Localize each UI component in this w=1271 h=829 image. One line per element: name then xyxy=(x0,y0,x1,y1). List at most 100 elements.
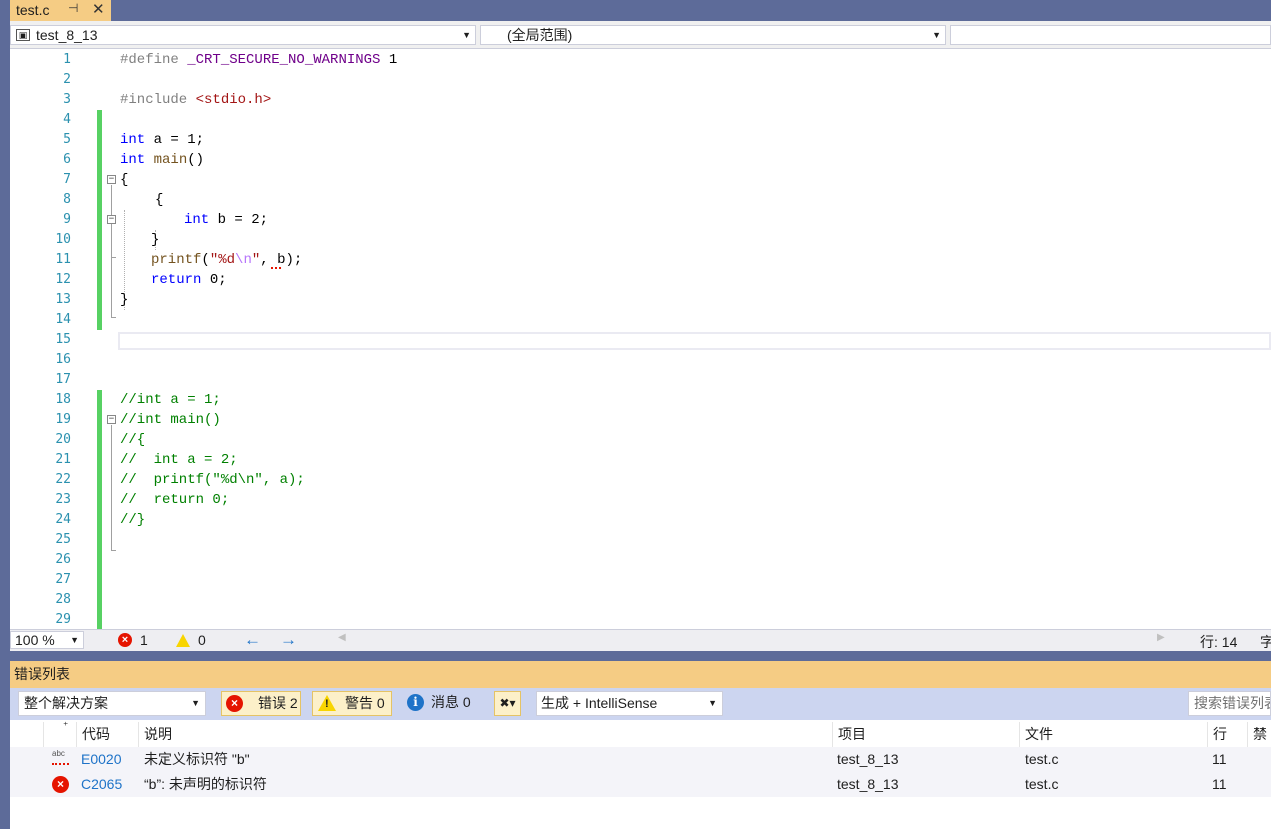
code-line-6: int main() xyxy=(120,152,205,168)
solution-scope-label: 整个解决方案 xyxy=(24,695,108,711)
line-number: 1 xyxy=(63,52,71,67)
line-number: 21 xyxy=(55,452,71,467)
warnings-filter-button[interactable]: ! 警告 0 xyxy=(312,691,392,716)
line-number: 4 xyxy=(63,112,71,127)
code-line-1: #define _CRT_SECURE_NO_WARNINGS 1 xyxy=(120,52,398,68)
error-code-link[interactable]: C2065 xyxy=(81,772,122,797)
pin-icon[interactable]: ⊣ xyxy=(68,1,78,15)
change-indicator-bar xyxy=(97,110,102,330)
info-icon: i xyxy=(407,694,424,711)
build-intellisense-dropdown[interactable]: 生成 + IntelliSense ▼ xyxy=(536,691,723,716)
tab-filename: test.c xyxy=(16,2,50,18)
outline-guide-end xyxy=(111,317,116,318)
scroll-left-icon[interactable]: ◀ xyxy=(338,632,346,643)
navigate-forward-icon[interactable]: → xyxy=(280,630,297,650)
collapse-toggle-icon[interactable]: − xyxy=(107,215,116,224)
project-icon: ▣ xyxy=(16,29,30,41)
collapse-toggle-icon[interactable]: − xyxy=(107,175,116,184)
scope-dropdown-label: (全局范围) xyxy=(507,27,573,43)
line-number: 3 xyxy=(63,92,71,107)
filter-icon[interactable]: ✖▾ xyxy=(494,691,521,716)
code-line-3: #include <stdio.h> xyxy=(120,92,272,108)
line-number: 14 xyxy=(55,312,71,327)
column-filter-icon[interactable]: ⁺ xyxy=(63,714,68,739)
error-description: “b”: 未声明的标识符 xyxy=(144,776,267,792)
current-line-highlight xyxy=(118,332,1271,350)
warning-icon[interactable] xyxy=(176,634,190,647)
close-icon[interactable]: ✕ xyxy=(92,0,105,18)
build-filter-label: 生成 + IntelliSense xyxy=(541,695,658,711)
line-number: 10 xyxy=(55,232,71,247)
navigate-back-icon[interactable]: ← xyxy=(244,630,261,650)
table-row[interactable]: × C2065 “b”: 未声明的标识符 test_8_13 test.c 11 xyxy=(10,772,1271,797)
outline-guide-end xyxy=(111,550,116,551)
table-header: ⁺ 代码 说明 项目 文件 行 禁 xyxy=(10,721,1271,748)
error-icon[interactable]: × xyxy=(118,633,132,647)
error-count[interactable]: 1 xyxy=(140,632,148,648)
line-number: 7 xyxy=(63,172,71,187)
line-number: 20 xyxy=(55,432,71,447)
errors-filter-button[interactable]: × 错误 2 xyxy=(221,691,301,716)
table-row[interactable]: abc E0020 未定义标识符 "b" test_8_13 test.c 11 xyxy=(10,747,1271,772)
messages-filter-button[interactable]: i 消息 0 xyxy=(403,691,483,716)
code-line-19: //int main() xyxy=(120,412,221,428)
document-tab-strip: test.c ⊣ ✕ xyxy=(0,0,1271,21)
error-list-panel: 错误列表 整个解决方案 ▼ × 错误 2 ! 警告 0 i 消息 0 ✖▾ 生成… xyxy=(10,661,1271,829)
change-indicator-bar xyxy=(97,390,102,629)
error-line: 11 xyxy=(1212,751,1227,767)
code-line-9: int b = 2; xyxy=(184,212,269,228)
warning-count[interactable]: 0 xyxy=(198,632,206,648)
error-list-title: 错误列表 xyxy=(10,661,1271,688)
outline-guide xyxy=(111,185,112,317)
error-icon: × xyxy=(52,776,69,793)
line-number: 15 xyxy=(55,332,71,347)
column-header-project[interactable]: 项目 xyxy=(832,722,1019,747)
code-line-24: //} xyxy=(120,512,146,528)
code-line-7: { xyxy=(120,172,129,188)
scroll-right-icon[interactable]: ▶ xyxy=(1157,632,1165,643)
editor-status-bar: 100 % ▼ × 1 0 ← → ◀ ▶ 行: 14 字 xyxy=(10,629,1271,651)
solution-scope-dropdown[interactable]: 整个解决方案 ▼ xyxy=(18,691,206,716)
outline-guide-end xyxy=(111,257,116,258)
chevron-down-icon: ▼ xyxy=(70,635,79,645)
messages-filter-label: 消息 0 xyxy=(431,694,471,710)
member-dropdown[interactable] xyxy=(950,25,1271,45)
code-line-21: // int a = 2; xyxy=(120,452,238,468)
chevron-down-icon: ▼ xyxy=(708,698,717,708)
line-number: 13 xyxy=(55,292,71,307)
collapse-toggle-icon[interactable]: − xyxy=(107,415,116,424)
line-number: 24 xyxy=(55,512,71,527)
tab-test-c[interactable]: test.c ⊣ ✕ xyxy=(10,0,111,21)
scope-dropdown[interactable]: (全局范围) ▼ xyxy=(480,25,946,45)
column-header-suppression[interactable]: 禁 xyxy=(1247,722,1271,747)
project-dropdown[interactable]: ▣ test_8_13 ▼ xyxy=(10,25,476,45)
code-line-5: int a = 1; xyxy=(120,132,205,148)
search-errors-input[interactable]: 搜索错误列表 xyxy=(1188,691,1271,716)
zoom-dropdown[interactable]: 100 % ▼ xyxy=(10,631,84,649)
error-code-link[interactable]: E0020 xyxy=(81,747,121,772)
error-file: test.c xyxy=(1025,776,1059,792)
project-dropdown-label: test_8_13 xyxy=(36,27,98,43)
column-header-line[interactable]: 行 xyxy=(1207,722,1247,747)
column-header-description[interactable]: 说明 xyxy=(138,722,832,747)
sort-icon-column[interactable]: ⁺ xyxy=(43,721,77,747)
code-line-8: { xyxy=(155,192,164,208)
outline-guide xyxy=(111,425,112,550)
code-line-10: } xyxy=(151,232,160,248)
column-header-file[interactable]: 文件 xyxy=(1019,722,1207,747)
error-description: 未定义标识符 "b" xyxy=(144,751,250,767)
char-indicator: 字 xyxy=(1260,634,1271,650)
row-indicator: 行: 14 xyxy=(1200,634,1238,650)
error-squiggle[interactable] xyxy=(271,264,281,269)
line-number: 27 xyxy=(55,572,71,587)
code-line-13: } xyxy=(120,292,129,308)
column-header-code[interactable]: 代码 xyxy=(76,722,138,747)
code-text-area[interactable]: 1 2 3 4 5 6 7 8 9 10 11 12 13 14 15 16 17 18 19 20 21 22 23 24 2… xyxy=(10,50,1271,629)
chevron-down-icon: ▼ xyxy=(932,30,941,40)
line-number: 22 xyxy=(55,472,71,487)
error-list-toolbar: 整个解决方案 ▼ × 错误 2 ! 警告 0 i 消息 0 ✖▾ 生成 + In… xyxy=(10,688,1271,720)
line-number: 6 xyxy=(63,152,71,167)
code-line-23: // return 0; xyxy=(120,492,230,508)
line-number: 23 xyxy=(55,492,71,507)
line-number: 5 xyxy=(63,132,71,147)
